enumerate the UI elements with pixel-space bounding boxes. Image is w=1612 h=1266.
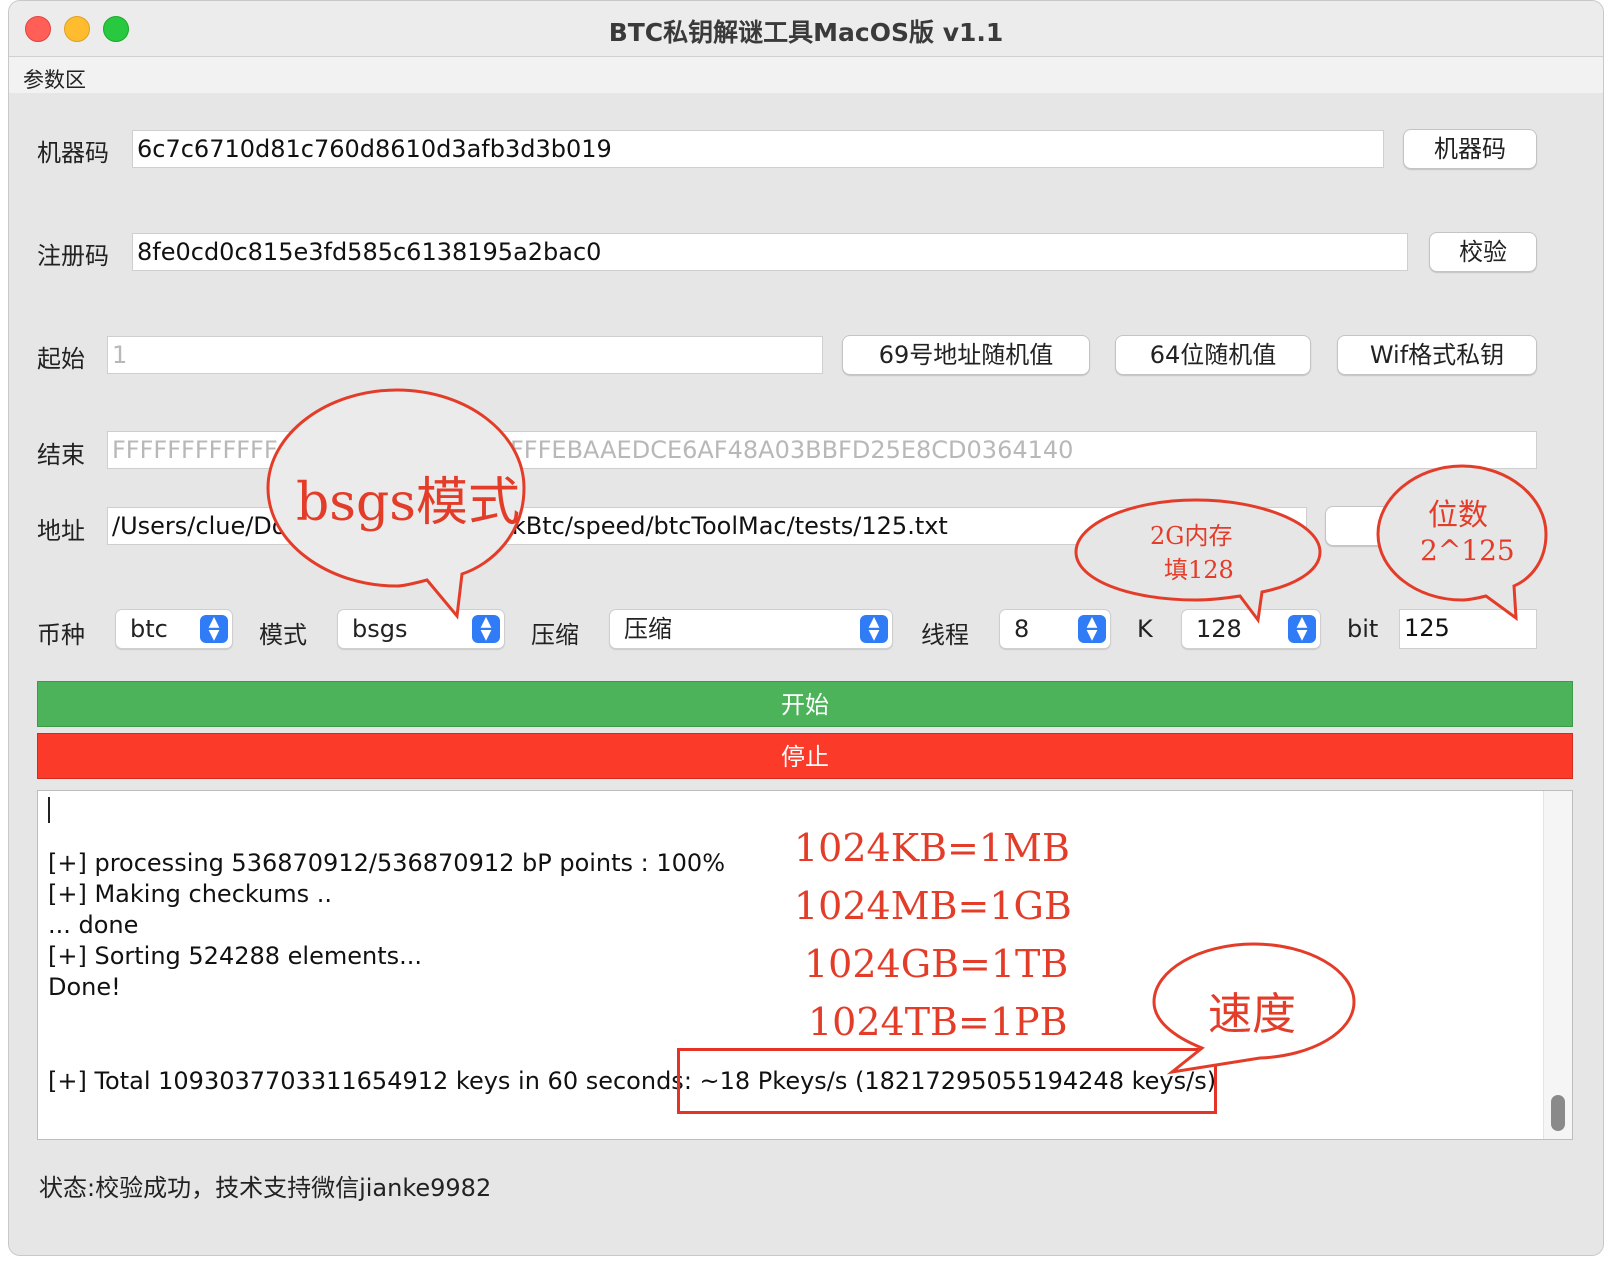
- chevron-updown-icon: ▲ ▼: [860, 615, 888, 643]
- log-line: [+] Making checkums ..: [48, 880, 333, 908]
- menu-params[interactable]: 参数区: [23, 64, 86, 94]
- coin-value: btc: [130, 615, 168, 643]
- random-64-button[interactable]: 64位随机值: [1115, 335, 1311, 375]
- compress-select[interactable]: 压缩 ▲ ▼: [609, 609, 893, 649]
- chevron-updown-icon: ▲ ▼: [200, 615, 228, 643]
- unit-annotation: 1024TB=1PB: [808, 1000, 1068, 1044]
- unit-annotation: 1024KB=1MB: [794, 826, 1070, 870]
- title-bar: BTC私钥解谜工具MacOS版 v1.1: [9, 1, 1603, 57]
- unit-annotation: 1024GB=1TB: [804, 942, 1069, 986]
- verify-button[interactable]: 校验: [1429, 232, 1537, 272]
- bits-annotation-line1: 位数: [1428, 498, 1488, 533]
- address-path-right: ackBtc/speed/btcToolMac/tests/125.txt: [484, 512, 948, 540]
- thread-label: 线程: [921, 621, 969, 649]
- start-range-label: 起始: [37, 345, 85, 373]
- speed-highlight-box: [677, 1048, 1217, 1114]
- unit-annotation: 1024MB=1GB: [794, 884, 1072, 928]
- window-title: BTC私钥解谜工具MacOS版 v1.1: [608, 18, 1004, 47]
- speed-annotation: 速度: [1208, 989, 1296, 1040]
- memory-annotation-line1: 2G内存: [1150, 522, 1233, 550]
- log-scroll-thumb[interactable]: [1551, 1095, 1565, 1131]
- end-range-left: FFFFFFFFFFFF: [112, 436, 278, 464]
- log-scrollbar[interactable]: [1543, 791, 1572, 1139]
- memory-annotation-line2: 填128: [1164, 556, 1234, 584]
- start-range-field[interactable]: 1: [107, 336, 823, 374]
- coin-select[interactable]: btc ▲ ▼: [115, 609, 233, 649]
- log-line: ... done: [48, 911, 139, 939]
- reg-code-field[interactable]: 8fe0cd0c815e3fd585c6138195a2bac0: [132, 233, 1408, 271]
- bsgs-annotation: bsgs模式: [296, 473, 520, 533]
- machine-code-button[interactable]: 机器码: [1403, 129, 1537, 169]
- bits-annotation-line2: 2^125: [1420, 534, 1515, 567]
- compress-value: 压缩: [624, 615, 672, 643]
- end-range-right: FFFEBAAEDCE6AF48A03BBFD25E8CD0364140: [510, 436, 1074, 464]
- log-line: [+] Sorting 524288 elements...: [48, 942, 423, 970]
- end-range-label: 结束: [37, 441, 85, 469]
- text-cursor: [48, 797, 50, 823]
- coin-label: 币种: [37, 621, 85, 649]
- menu-bar: 参数区: [9, 57, 1603, 93]
- log-total: [+] Total 1093037703311654912 keys in 60…: [48, 1067, 700, 1095]
- log-line: Done!: [48, 973, 121, 1001]
- machine-code-field[interactable]: 6c7c6710d81c760d8610d3afb3d3b019: [132, 130, 1384, 168]
- thread-value: 8: [1014, 615, 1030, 643]
- address-label: 地址: [37, 517, 85, 545]
- stop-button[interactable]: 停止: [37, 733, 1573, 779]
- random-69-button[interactable]: 69号地址随机值: [842, 335, 1090, 375]
- start-button[interactable]: 开始: [37, 681, 1573, 727]
- log-line: [+] processing 536870912/536870912 bP po…: [48, 849, 726, 877]
- wif-key-button[interactable]: Wif格式私钥: [1337, 335, 1537, 375]
- machine-code-label: 机器码: [37, 139, 109, 167]
- compress-label: 压缩: [531, 621, 579, 649]
- reg-code-label: 注册码: [37, 242, 109, 270]
- status-text: 状态:校验成功，技术支持微信jianke9982: [39, 1174, 492, 1202]
